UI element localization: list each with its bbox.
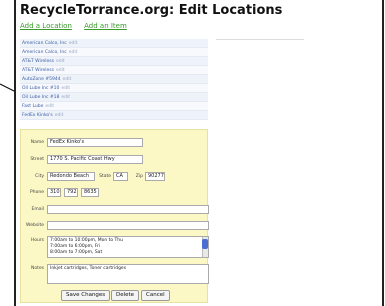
cancel-button[interactable]: Cancel xyxy=(141,290,170,301)
scroll-thumb[interactable] xyxy=(202,239,208,249)
location-list: American Calco, Inc edit American Calco, … xyxy=(20,39,208,120)
location-name: AT&T Wireless xyxy=(22,68,54,73)
delete-button[interactable]: Delete xyxy=(111,290,140,301)
edit-link[interactable]: edit xyxy=(69,50,78,55)
city-field[interactable]: Redondo Beach xyxy=(47,172,95,181)
list-item[interactable]: Fast Lube edit xyxy=(20,102,208,111)
divider xyxy=(216,39,304,40)
street-field[interactable]: 1770 S. Pacific Coast Hwy xyxy=(47,155,143,164)
name-label: Name xyxy=(30,140,44,145)
add-item-link[interactable]: Add an Item xyxy=(84,22,127,30)
location-name: Oil Lube Inc #18 xyxy=(22,95,60,100)
state-field[interactable]: CA xyxy=(113,172,128,181)
location-name: AT&T Wireless xyxy=(22,59,54,64)
list-item[interactable]: American Calco, Inc edit xyxy=(20,39,208,48)
location-name: American Calco, Inc xyxy=(22,50,67,55)
page-title: RecycleTorrance.org: Edit Locations xyxy=(20,3,283,18)
add-location-link[interactable]: Add a Location xyxy=(20,22,72,30)
location-name: Fast Lube xyxy=(22,104,44,109)
city-label: City xyxy=(35,174,44,179)
email-field[interactable] xyxy=(47,205,209,214)
top-links: Add a Location Add an Item xyxy=(20,22,137,30)
phone-label: Phone xyxy=(30,190,44,195)
zip-label: Zip xyxy=(135,174,143,179)
phone-line-field[interactable]: 8635 xyxy=(81,188,99,197)
list-item[interactable]: Oil Lube Inc #10 edit xyxy=(20,84,208,93)
list-item[interactable]: AT&T Wireless edit xyxy=(20,66,208,75)
name-field[interactable]: FedEx Kinko's xyxy=(47,138,143,147)
edit-link[interactable]: edit xyxy=(69,41,78,46)
phone-prefix-field[interactable]: 792 xyxy=(64,188,78,197)
edit-location-form: Name FedEx Kinko's Street 1770 S. Pacifi… xyxy=(20,129,209,303)
hours-label: Hours xyxy=(30,238,44,243)
zip-field[interactable]: 90277 xyxy=(145,172,165,181)
location-name: AutoZone #5944 xyxy=(22,77,61,82)
list-item[interactable]: Oil Lube Inc #18 edit xyxy=(20,93,208,102)
list-item[interactable]: American Calco, Inc edit xyxy=(20,48,208,57)
edit-link[interactable]: edit xyxy=(61,95,70,100)
edit-link[interactable]: edit xyxy=(56,68,65,73)
scrollbar[interactable] xyxy=(202,237,208,257)
list-item[interactable]: AT&T Wireless edit xyxy=(20,57,208,66)
edit-link[interactable]: edit xyxy=(63,77,72,82)
save-changes-button[interactable]: Save Changes xyxy=(61,290,111,301)
hours-textarea[interactable]: 7:00am to 10:00pm, Mon to Thu 7:00am to … xyxy=(47,236,209,258)
notes-label: Notes xyxy=(31,266,44,271)
state-label: State xyxy=(99,174,111,179)
location-name: Oil Lube Inc #10 xyxy=(22,86,60,91)
edit-link[interactable]: edit xyxy=(45,104,54,109)
phone-area-field[interactable]: 310 xyxy=(47,188,61,197)
hours-line: 8:00am to 7:00pm, Sat xyxy=(50,250,103,255)
notes-textarea[interactable]: Inkjet cartridges, Toner cartridges xyxy=(47,264,209,284)
edit-link[interactable]: edit xyxy=(56,59,65,64)
location-name: American Calco, Inc xyxy=(22,41,67,46)
list-item[interactable]: AutoZone #5944 edit xyxy=(20,75,208,84)
website-field[interactable] xyxy=(47,221,209,230)
website-label: Website xyxy=(26,223,44,228)
street-label: Street xyxy=(30,157,44,162)
edit-link[interactable]: edit xyxy=(61,86,70,91)
email-label: Email xyxy=(31,207,45,212)
location-name: FedEx Kinko's xyxy=(22,113,53,118)
edit-link[interactable]: edit xyxy=(55,113,64,118)
list-item[interactable]: FedEx Kinko's edit xyxy=(20,111,208,120)
